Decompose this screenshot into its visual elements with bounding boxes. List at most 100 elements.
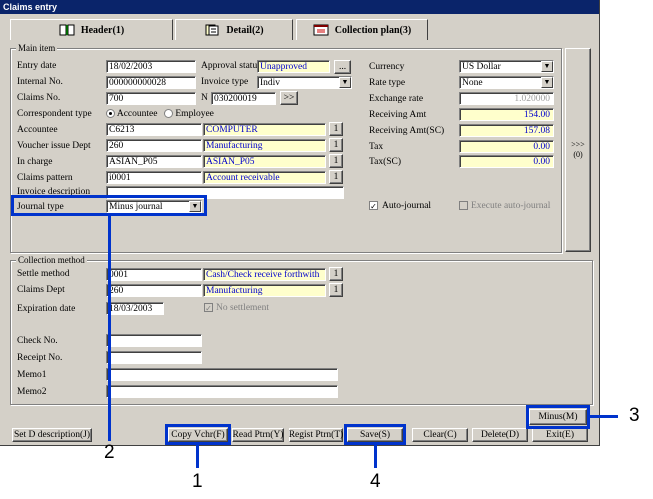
document-window-icon bbox=[313, 24, 329, 36]
callout-line-2 bbox=[108, 215, 111, 441]
in-charge-lookup-button[interactable]: 1 bbox=[329, 154, 343, 168]
book-icon bbox=[59, 24, 75, 36]
n-label: N bbox=[201, 93, 208, 103]
invoice-type-value: Indiv bbox=[260, 78, 281, 88]
chevron-down-icon[interactable]: ▼ bbox=[541, 77, 553, 88]
voucher-issue-dept-lookup-button[interactable]: 1 bbox=[329, 138, 343, 152]
check-no-label: Check No. bbox=[17, 336, 58, 346]
receiving-amt-label: Receiving Amt bbox=[369, 110, 427, 120]
tab-detail-label: Detail(2) bbox=[226, 24, 264, 36]
in-charge-code-field[interactable]: ASIAN_P05 bbox=[106, 155, 202, 168]
tab-collection-plan-label: Collection plan(3) bbox=[334, 24, 412, 36]
radio-accountee[interactable]: Accountee bbox=[106, 109, 157, 119]
claims-entry-window: Claims entry Header(1) Detail(2) Collect… bbox=[0, 0, 600, 446]
rate-type-value: None bbox=[462, 78, 483, 88]
window-title: Claims entry bbox=[0, 0, 599, 14]
tab-header[interactable]: Header(1) bbox=[10, 19, 173, 40]
auto-journal-checkbox[interactable]: ✓ bbox=[369, 201, 378, 211]
accountee-name-field: COMPUTER bbox=[203, 123, 326, 136]
claims-dept-label: Claims Dept bbox=[17, 285, 65, 295]
radio-employee-indicator bbox=[164, 109, 173, 119]
accountee-lookup-button[interactable]: 1 bbox=[329, 122, 343, 136]
callout-3: 3 bbox=[629, 405, 640, 426]
accountee-label: Accountee bbox=[17, 125, 58, 135]
voucher-issue-dept-code-field[interactable]: 260 bbox=[106, 139, 202, 152]
chevron-down-icon[interactable]: ▼ bbox=[189, 201, 201, 212]
tax-field: 0.00 bbox=[459, 140, 554, 153]
execute-auto-journal-label: Execute auto-journal bbox=[471, 201, 551, 211]
callout-line-1 bbox=[196, 444, 199, 468]
tab-detail[interactable]: Detail(2) bbox=[175, 19, 293, 40]
currency-label: Currency bbox=[369, 62, 405, 72]
exit-button[interactable]: Exit(E) bbox=[532, 428, 588, 442]
settle-method-code-field[interactable]: 0001 bbox=[106, 268, 202, 281]
execute-auto-journal-checkbox[interactable] bbox=[459, 201, 468, 210]
in-charge-label: In charge bbox=[17, 157, 53, 167]
radio-accountee-indicator bbox=[106, 109, 115, 119]
invoice-type-select[interactable]: Indiv ▼ bbox=[257, 76, 352, 89]
no-settlement-checkbox[interactable]: ✓ bbox=[204, 303, 213, 313]
currency-value: US Dollar bbox=[462, 62, 501, 72]
memo2-field[interactable] bbox=[106, 385, 338, 398]
tab-collection-plan[interactable]: Collection plan(3) bbox=[296, 19, 428, 40]
settle-method-lookup-button[interactable]: 1 bbox=[329, 267, 343, 281]
pages-icon bbox=[205, 24, 219, 36]
currency-select[interactable]: US Dollar ▼ bbox=[459, 60, 554, 73]
read-ptrn-button[interactable]: Read Ptrn(Y) bbox=[232, 428, 284, 442]
callout-line-3 bbox=[590, 415, 618, 418]
claims-dept-lookup-button[interactable]: 1 bbox=[329, 283, 343, 297]
invoice-description-label: Invoice description bbox=[17, 187, 91, 197]
claims-pattern-code-field[interactable]: i0001 bbox=[106, 171, 202, 184]
correspondent-type-label: Correspondent type bbox=[17, 109, 92, 119]
memo1-field[interactable] bbox=[106, 368, 338, 381]
accountee-code-field[interactable]: C6213 bbox=[106, 123, 202, 136]
entry-date-label: Entry date bbox=[17, 61, 57, 71]
entry-date-field[interactable]: 18/02/2003 bbox=[106, 60, 196, 73]
receipt-no-field[interactable] bbox=[106, 351, 202, 364]
expiration-date-field[interactable]: 18/03/2003 bbox=[106, 302, 164, 315]
chevron-down-icon[interactable]: ▼ bbox=[541, 61, 553, 72]
exchange-rate-field: 1.020000 bbox=[459, 92, 554, 105]
memo1-label: Memo1 bbox=[17, 370, 47, 380]
internal-no-field[interactable]: 000000000028 bbox=[106, 76, 196, 89]
memo2-label: Memo2 bbox=[17, 387, 47, 397]
callout-1: 1 bbox=[192, 471, 203, 492]
expiration-date-label: Expiration date bbox=[17, 304, 76, 314]
journal-type-label: Journal type bbox=[17, 202, 64, 212]
invoice-type-label: Invoice type bbox=[201, 77, 249, 87]
n-next-button[interactable]: >> bbox=[280, 91, 298, 105]
claims-no-label: Claims No. bbox=[17, 93, 61, 103]
save-button[interactable]: Save(S) bbox=[347, 428, 403, 442]
internal-no-label: Internal No. bbox=[17, 77, 63, 87]
check-no-field[interactable] bbox=[106, 334, 202, 347]
tax-sc-label: Tax(SC) bbox=[369, 157, 402, 167]
approval-status-button[interactable]: ... bbox=[334, 60, 351, 74]
settle-method-label: Settle method bbox=[17, 269, 70, 279]
radio-employee-label: Employee bbox=[175, 109, 214, 119]
claims-pattern-label: Claims pattern bbox=[17, 173, 73, 183]
callout-line-4 bbox=[374, 444, 377, 468]
clear-button[interactable]: Clear(C) bbox=[412, 428, 468, 442]
delete-button[interactable]: Delete(D) bbox=[472, 428, 528, 442]
claims-no-field[interactable]: 700 bbox=[106, 92, 196, 105]
rate-type-select[interactable]: None ▼ bbox=[459, 76, 554, 89]
radio-employee[interactable]: Employee bbox=[164, 109, 214, 119]
regist-ptrn-button[interactable]: Regist Ptrn(T) bbox=[289, 428, 343, 442]
copy-vchr-button[interactable]: Copy Vchr(F) bbox=[168, 428, 228, 442]
claims-pattern-name-field: Account receivable bbox=[203, 171, 326, 184]
callout-4: 4 bbox=[370, 471, 381, 492]
invoice-description-field[interactable] bbox=[106, 186, 344, 199]
voucher-issue-dept-label: Voucher issue Dept bbox=[17, 141, 91, 151]
minus-button[interactable]: Minus(M) bbox=[529, 409, 587, 425]
tab-header-label: Header(1) bbox=[80, 24, 125, 36]
chevron-down-icon[interactable]: ▼ bbox=[339, 77, 351, 88]
side-expand-button[interactable]: >>>(0) bbox=[565, 48, 591, 252]
claims-pattern-lookup-button[interactable]: 1 bbox=[329, 170, 343, 184]
claims-dept-code-field[interactable]: 260 bbox=[106, 284, 202, 297]
journal-type-select[interactable]: Minus journal ▼ bbox=[106, 200, 202, 213]
tax-label: Tax bbox=[369, 142, 384, 152]
claims-dept-name-field: Manufacturing bbox=[203, 284, 326, 297]
collection-method-group bbox=[10, 260, 593, 405]
set-d-description-button[interactable]: Set D description(J) bbox=[12, 428, 92, 442]
n-field[interactable]: 030200019 bbox=[211, 92, 276, 105]
